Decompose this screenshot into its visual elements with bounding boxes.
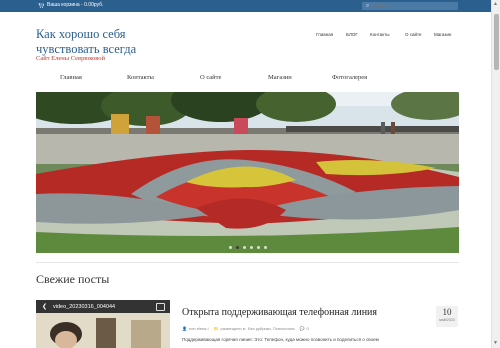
image-slider[interactable] <box>36 92 459 253</box>
cart-text: Ваша корзина - 0.00руб. <box>47 2 104 8</box>
main-menu-shop[interactable]: Магазин <box>268 74 292 81</box>
top-menu-home[interactable]: Главная <box>316 32 333 37</box>
site-subtitle: Сайт Елены Севрюковой <box>36 55 106 62</box>
slider-dot[interactable] <box>235 246 239 249</box>
slider-dot[interactable] <box>249 246 253 249</box>
scrollbar-thumb[interactable] <box>494 14 499 70</box>
top-menu-contacts[interactable]: Контакты <box>370 32 389 37</box>
folder-icon: 📁 <box>213 326 219 331</box>
search-input[interactable] <box>369 2 454 10</box>
slider-dot[interactable] <box>242 246 246 249</box>
top-menu-blog[interactable]: БЛОГ <box>346 32 358 37</box>
author-icon: 👤 <box>182 326 187 331</box>
post-author[interactable]: нон elena i <box>189 326 209 331</box>
share-icon[interactable] <box>156 303 165 311</box>
section-title: Свежие посты <box>36 272 110 286</box>
search-box[interactable]: ⌕ <box>362 2 458 10</box>
scrollbar[interactable]: ▲ ▼ <box>491 0 500 348</box>
back-arrow-icon[interactable]: ❮ <box>42 303 47 310</box>
slider-dots <box>36 246 459 249</box>
top-bar: Ваша корзина - 0.00руб. ⌕ <box>0 0 491 12</box>
cart-link[interactable]: Ваша корзина - 0.00руб. <box>38 2 103 8</box>
post-thumbnail-video[interactable]: ❮ video_20230316_004044 <box>36 300 170 348</box>
top-menu-about[interactable]: О сайте <box>405 32 422 37</box>
cart-icon <box>38 2 44 8</box>
post-date-day: 10 <box>442 307 452 317</box>
slider-image <box>36 92 459 253</box>
video-title: video_20230316_004044 <box>53 303 116 310</box>
slider-dot[interactable] <box>256 246 260 249</box>
post-title[interactable]: Открыта поддерживающая телефонная линия <box>182 307 377 318</box>
scroll-down-icon[interactable]: ▼ <box>493 341 498 346</box>
post-date-month: май/2023 <box>439 318 455 322</box>
site-title[interactable]: Как хорошо себя чувствовать всегда <box>36 27 166 57</box>
slider-dot[interactable] <box>263 246 267 249</box>
post-comments-count[interactable]: 0 <box>307 326 309 331</box>
main-menu-home[interactable]: Главная <box>60 74 82 81</box>
post-excerpt: Поддерживающая горячая линия: Это: Телеф… <box>182 337 379 342</box>
comment-icon: 💬 <box>299 326 305 331</box>
scroll-up-icon[interactable]: ▲ <box>493 2 498 7</box>
slider-dot[interactable] <box>228 246 232 249</box>
top-menu-shop[interactable]: Магазин <box>434 32 451 37</box>
post-date: 10 май/2023 <box>436 306 458 327</box>
post-category-prefix: размещено в: <box>220 326 246 331</box>
post-category[interactable]: Без рубрики, Психология <box>248 326 295 331</box>
main-menu-gallery[interactable]: Фотогалерея <box>332 74 367 81</box>
divider <box>36 262 459 263</box>
post-meta: 👤 нон elena i 📁 размещено в: Без рубрики… <box>182 326 309 331</box>
main-menu-contacts[interactable]: Контакты <box>127 74 154 81</box>
main-menu-about[interactable]: О сайте <box>200 74 221 81</box>
video-header: ❮ video_20230316_004044 <box>36 300 170 313</box>
